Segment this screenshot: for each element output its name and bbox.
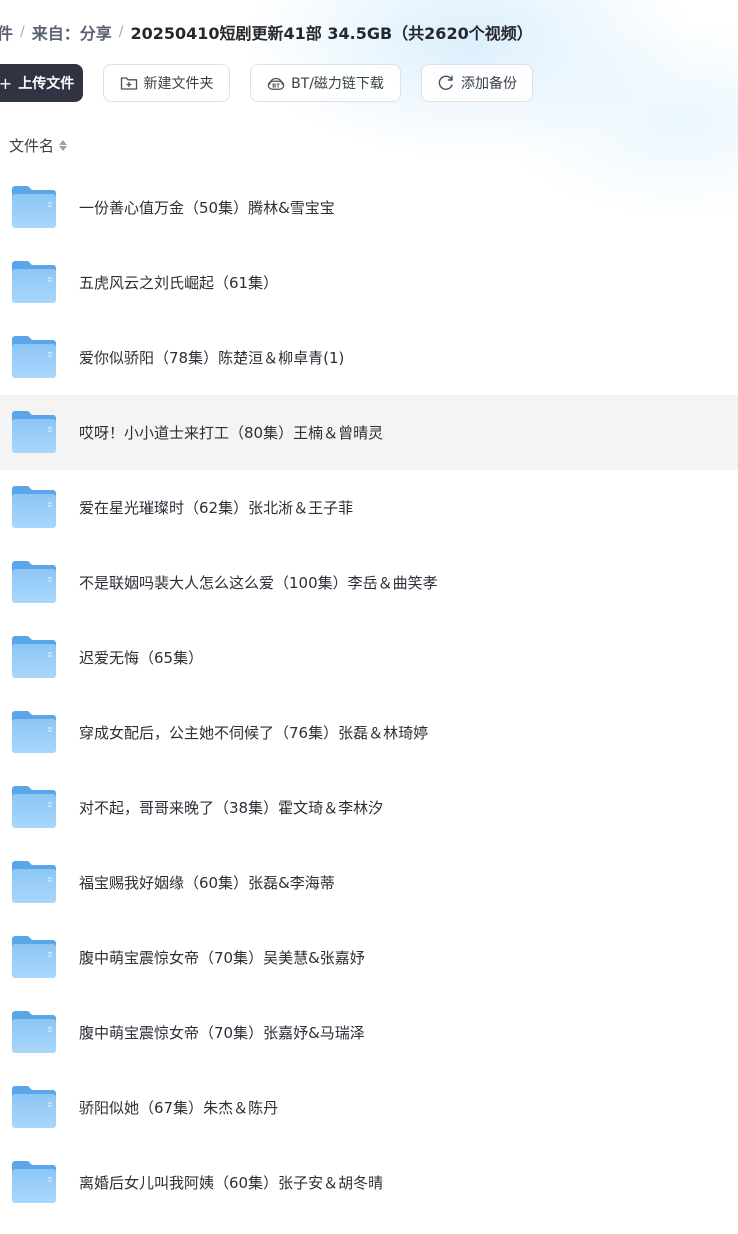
breadcrumb: 件 / 来自：分享 / 20250410短剧更新41部 34.5GB（共2620…	[0, 20, 533, 44]
new-folder-label: 新建文件夹	[143, 76, 214, 92]
folder-icon	[11, 561, 57, 603]
new-folder-icon	[120, 74, 138, 92]
add-backup-button[interactable]: 添加备份	[421, 64, 533, 102]
folder-icon	[11, 1161, 57, 1203]
breadcrumb-current-folder: 20250410短剧更新41部 34.5GB（共2620个视频）	[130, 24, 533, 43]
file-name[interactable]: 离婚后女儿叫我阿姨（60集）张子安＆胡冬晴	[79, 1172, 383, 1193]
folder-icon	[11, 486, 57, 528]
file-list: 一份善心值万金（50集）腾林&雪宝宝 五虎风云之刘氏崛起（61集） 爱你似骄阳（…	[0, 170, 738, 1220]
file-row[interactable]: 五虎风云之刘氏崛起（61集）	[0, 245, 738, 320]
file-name[interactable]: 对不起，哥哥来晚了（38集）霍文琦＆李林汐	[79, 797, 383, 818]
file-row[interactable]: 不是联姻吗裴大人怎么这么爱（100集）李岳＆曲笑孝	[0, 545, 738, 620]
file-name[interactable]: 一份善心值万金（50集）腾林&雪宝宝	[79, 197, 335, 218]
file-row[interactable]: 一份善心值万金（50集）腾林&雪宝宝	[0, 170, 738, 245]
add-backup-label: 添加备份	[461, 76, 517, 92]
file-name[interactable]: 迟爱无悔（65集）	[79, 647, 203, 668]
bt-magnet-download-button[interactable]: BT BT/磁力链下载	[250, 64, 401, 102]
new-folder-button[interactable]: 新建文件夹	[103, 64, 230, 102]
file-row[interactable]: 腹中萌宝震惊女帝（70集）张嘉妤&马瑞泽	[0, 995, 738, 1070]
folder-icon	[11, 186, 57, 228]
sync-icon	[437, 74, 455, 92]
file-name[interactable]: 不是联姻吗裴大人怎么这么爱（100集）李岳＆曲笑孝	[79, 572, 438, 593]
file-name[interactable]: 爱在星光璀璨时（62集）张北淅＆王子菲	[79, 497, 353, 518]
folder-icon	[11, 636, 57, 678]
file-name[interactable]: 哎呀！小小道士来打工（80集）王楠＆曾晴灵	[79, 422, 383, 443]
svg-text:BT: BT	[272, 84, 280, 90]
folder-icon	[11, 261, 57, 303]
file-row[interactable]: 离婚后女儿叫我阿姨（60集）张子安＆胡冬晴	[0, 1145, 738, 1220]
file-name[interactable]: 穿成女配后，公主她不伺候了（76集）张磊＆林琦婷	[79, 722, 428, 743]
breadcrumb-item-shared-from[interactable]: 来自：分享	[32, 20, 112, 44]
bt-icon: BT	[267, 74, 285, 92]
folder-icon	[11, 1011, 57, 1053]
file-name[interactable]: 骄阳似她（67集）朱杰＆陈丹	[79, 1097, 278, 1118]
breadcrumb-item-files[interactable]: 件	[0, 20, 13, 44]
file-row[interactable]: 腹中萌宝震惊女帝（70集）吴美慧&张嘉妤	[0, 920, 738, 995]
folder-icon	[11, 711, 57, 753]
plus-icon: +	[0, 73, 13, 93]
folder-icon	[11, 936, 57, 978]
breadcrumb-separator: /	[118, 24, 124, 40]
folder-icon	[11, 411, 57, 453]
file-row[interactable]: 对不起，哥哥来晚了（38集）霍文琦＆李林汐	[0, 770, 738, 845]
file-name[interactable]: 腹中萌宝震惊女帝（70集）吴美慧&张嘉妤	[79, 947, 365, 968]
file-row[interactable]: 福宝赐我好姻缘（60集）张磊&李海蒂	[0, 845, 738, 920]
folder-icon	[11, 861, 57, 903]
file-row[interactable]: 爱在星光璀璨时（62集）张北淅＆王子菲	[0, 470, 738, 545]
column-header-filename[interactable]: 文件名	[9, 134, 68, 156]
file-name[interactable]: 腹中萌宝震惊女帝（70集）张嘉妤&马瑞泽	[79, 1022, 365, 1043]
toolbar: + 上传文件 新建文件夹 BT BT/磁力链下载 添加备份	[0, 64, 738, 104]
folder-icon	[11, 786, 57, 828]
bt-magnet-download-label: BT/磁力链下载	[291, 76, 384, 92]
folder-icon	[11, 336, 57, 378]
sort-icon	[59, 139, 68, 151]
upload-file-label: 上传文件	[18, 76, 75, 92]
file-row[interactable]: 穿成女配后，公主她不伺候了（76集）张磊＆林琦婷	[0, 695, 738, 770]
folder-icon	[11, 1086, 57, 1128]
file-name[interactable]: 爱你似骄阳（78集）陈楚洹＆柳卓青(1)	[79, 347, 344, 368]
file-row[interactable]: 爱你似骄阳（78集）陈楚洹＆柳卓青(1)	[0, 320, 738, 395]
upload-file-button[interactable]: + 上传文件	[0, 64, 83, 102]
file-row[interactable]: 迟爱无悔（65集）	[0, 620, 738, 695]
file-name[interactable]: 福宝赐我好姻缘（60集）张磊&李海蒂	[79, 872, 335, 893]
breadcrumb-separator: /	[20, 24, 25, 40]
file-row[interactable]: 骄阳似她（67集）朱杰＆陈丹	[0, 1070, 738, 1145]
file-name[interactable]: 五虎风云之刘氏崛起（61集）	[79, 272, 278, 293]
file-row[interactable]: 哎呀！小小道士来打工（80集）王楠＆曾晴灵	[0, 395, 738, 470]
column-header-filename-label: 文件名	[9, 136, 55, 155]
